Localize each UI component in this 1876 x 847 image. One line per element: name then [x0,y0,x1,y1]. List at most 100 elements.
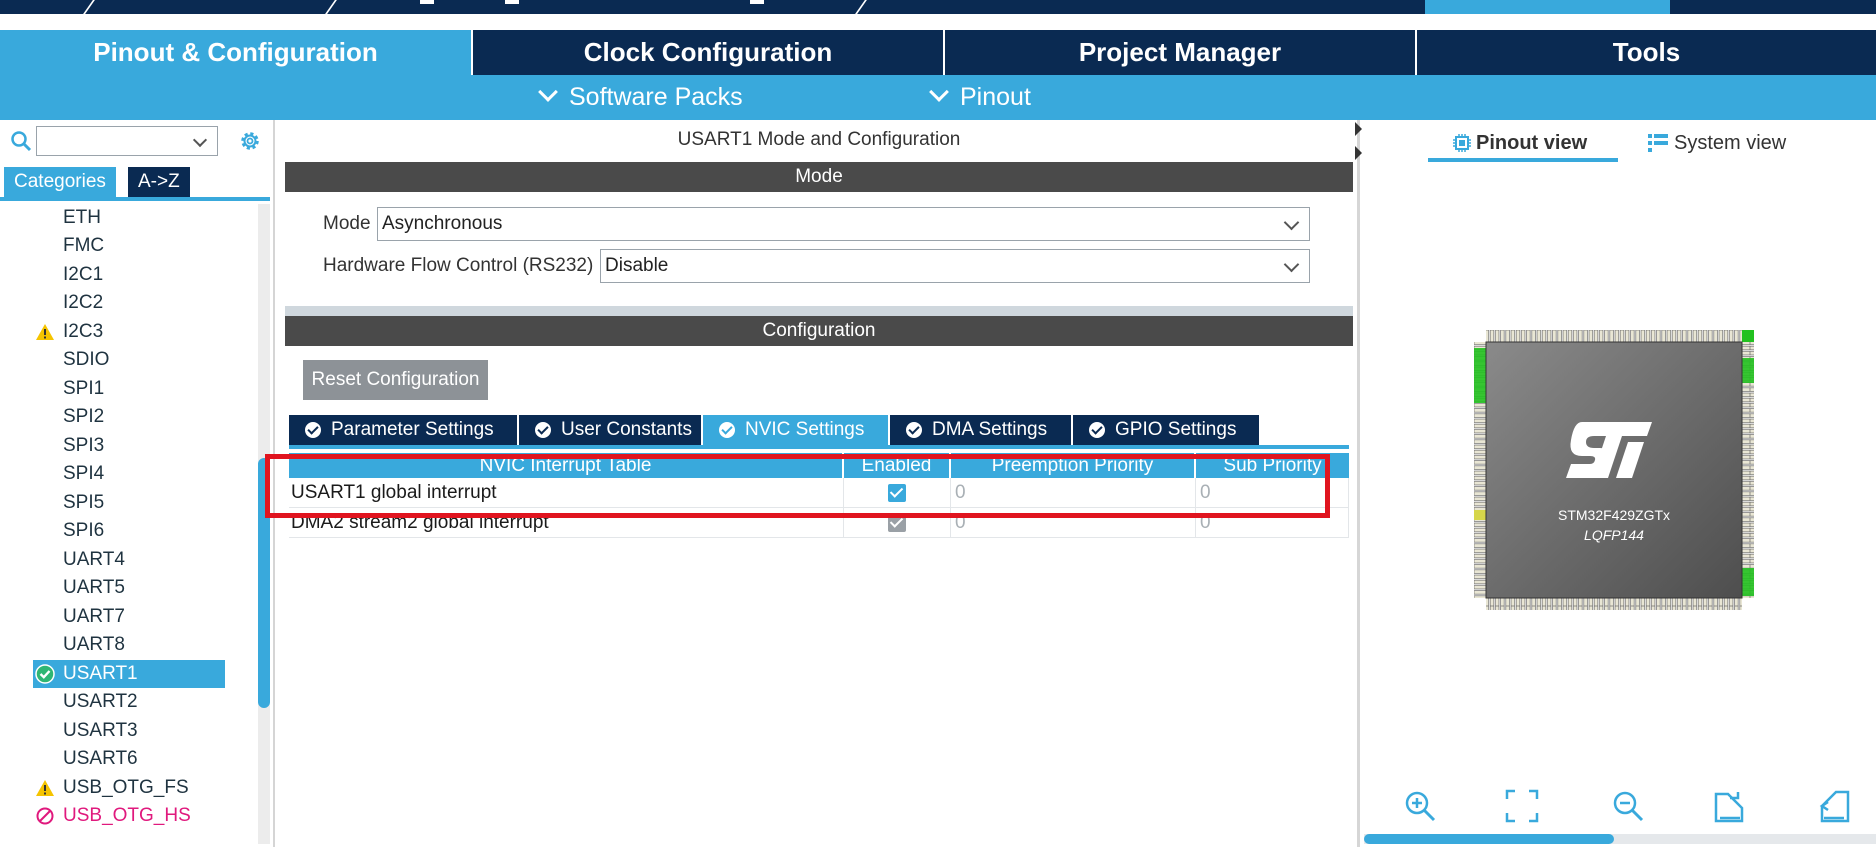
horizontal-scroll-thumb[interactable] [1364,834,1614,844]
tab-label: User Constants [561,419,692,440]
tab-project-manager[interactable]: Project Manager [945,30,1417,75]
reset-configuration-button[interactable]: Reset Configuration [303,360,488,400]
breadcrumb-fragment [505,0,519,4]
list-item-fmc[interactable]: FMC [33,232,225,260]
peripheral-label: SPI3 [63,435,105,456]
list-item-i2c2[interactable]: I2C2 [33,289,225,317]
peripheral-label: SPI4 [63,463,105,484]
tab-dma-settings[interactable]: DMA Settings [890,415,1071,445]
peripheral-label: FMC [63,235,105,256]
list-item-usart6[interactable]: USART6 [33,745,225,773]
zoom-in-icon[interactable] [1402,788,1438,824]
tab-label: NVIC Settings [745,419,865,440]
tab-tools[interactable]: Tools [1417,30,1876,75]
peripheral-label: UART8 [63,634,125,655]
list-item-usb-otg-hs[interactable]: USB_OTG_HS [33,802,225,830]
generate-code-button[interactable] [1425,0,1670,14]
category-underline [0,197,270,201]
breadcrumb-fragment [420,0,434,4]
sub-menu-bar: Software Packs Pinout [0,75,1876,120]
panel-splitter[interactable] [1353,120,1364,847]
software-packs-label: Software Packs [569,83,743,111]
mode-value: Asynchronous [382,213,503,234]
list-item-uart7[interactable]: UART7 [33,603,225,631]
chevron-down-icon [538,82,558,102]
list-item-spi5[interactable]: SPI5 [33,489,225,517]
tab-system-view[interactable]: System view [1648,128,1787,158]
breadcrumb-separator [323,0,339,16]
list-item-uart4[interactable]: UART4 [33,546,225,574]
peripheral-label: UART7 [63,606,125,627]
chevron-down-icon [929,82,949,102]
warning-icon [36,780,54,796]
fit-screen-icon[interactable] [1504,788,1540,824]
peripheral-label: I2C1 [63,264,104,285]
peripheral-label: SPI5 [63,492,105,513]
tab-gpio-settings[interactable]: GPIO Settings [1073,415,1259,445]
list-item-spi2[interactable]: SPI2 [33,403,225,431]
list-item-i2c1[interactable]: I2C1 [33,261,225,289]
search-input[interactable] [41,127,195,155]
gear-icon[interactable] [238,129,262,153]
chip-view-panel: Pinout view System view STM32F429ZGTx LQ… [1364,120,1876,847]
check-circle-icon [535,422,551,438]
software-packs-menu[interactable]: Software Packs [538,75,743,120]
zoom-out-icon[interactable] [1610,788,1646,824]
warning-icon [36,324,54,340]
tab-user-constants[interactable]: User Constants [519,415,701,445]
list-item-usart1[interactable]: USART1 [33,660,225,688]
list-item-sdio[interactable]: SDIO [33,346,225,374]
peripheral-label: UART5 [63,577,125,598]
mcu-chip[interactable]: STM32F429ZGTx LQFP144 [1474,330,1754,610]
list-item-spi3[interactable]: SPI3 [33,432,225,460]
list-item-uart8[interactable]: UART8 [33,631,225,659]
list-item-i2c3[interactable]: I2C3 [33,318,225,346]
chip-package-graphic: STM32F429ZGTx LQFP144 [1474,330,1754,610]
mode-select[interactable]: Asynchronous [377,207,1310,241]
tab-pinout-view[interactable]: Pinout view [1453,128,1588,158]
pinout-menu-label: Pinout [960,83,1031,111]
search-combobox[interactable] [36,126,218,156]
pinout-view-label: Pinout view [1476,132,1588,154]
system-view-label: System view [1674,132,1787,154]
list-item-spi4[interactable]: SPI4 [33,460,225,488]
flow-control-select[interactable]: Disable [600,249,1310,283]
peripheral-label: USB_OTG_HS [63,805,191,826]
check-circle-icon [1089,422,1105,438]
tab-pinout-configuration[interactable]: Pinout & Configuration [0,30,473,75]
peripheral-label: USART1 [63,663,138,684]
chevron-down-icon[interactable] [192,132,208,148]
panel-title: USART1 Mode and Configuration [677,129,961,150]
rotate-right-icon[interactable] [1712,788,1748,824]
list-item-uart5[interactable]: UART5 [33,574,225,602]
tab-parameter-settings[interactable]: Parameter Settings [289,415,517,445]
list-item-eth[interactable]: ETH [33,204,225,232]
list-item-usb-otg-fs[interactable]: USB_OTG_FS [33,774,225,802]
highlight-annotation [265,454,1330,518]
categories-button[interactable]: Categories [4,167,116,197]
peripheral-label: SDIO [63,349,110,370]
tab-clock-configuration[interactable]: Clock Configuration [473,30,945,75]
rotate-left-icon[interactable] [1816,788,1852,824]
flow-control-value: Disable [605,255,669,276]
chip-part-number: STM32F429ZGTx [1558,507,1670,523]
tab-underline [289,445,1349,449]
section-divider[interactable] [285,306,1353,316]
list-item-usart3[interactable]: USART3 [33,717,225,745]
breadcrumb-strip [0,0,1876,16]
peripheral-label: ETH [63,207,101,228]
list-item-usart2[interactable]: USART2 [33,688,225,716]
list-item-spi1[interactable]: SPI1 [33,375,225,403]
check-circle-icon [906,422,922,438]
az-button[interactable]: A->Z [128,167,190,197]
check-circle-icon [35,664,55,684]
chevron-down-icon [1283,214,1300,231]
search-row [0,124,270,156]
tab-underline [1428,158,1618,162]
mode-header: Mode [285,162,1353,192]
search-icon [11,131,32,152]
pinout-menu[interactable]: Pinout [929,75,1031,120]
peripheral-label: I2C3 [63,321,104,342]
list-item-spi6[interactable]: SPI6 [33,517,225,545]
tab-nvic-settings[interactable]: NVIC Settings [703,415,888,445]
